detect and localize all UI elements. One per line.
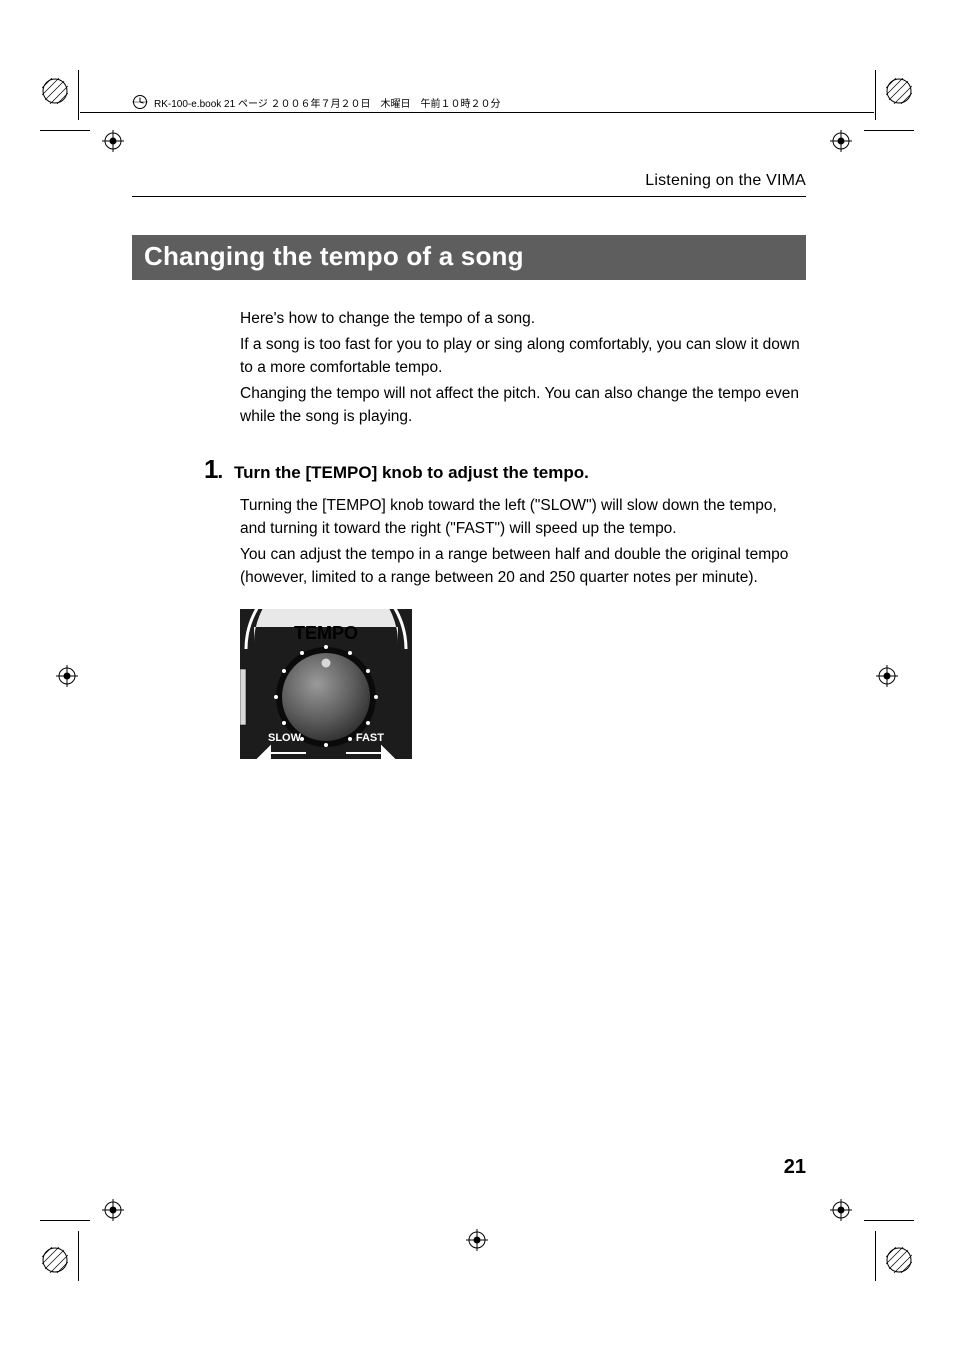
header-rule — [80, 112, 874, 113]
crop-mark — [40, 1220, 90, 1221]
registration-corner-icon — [42, 1247, 68, 1273]
crop-mark — [864, 130, 914, 131]
crop-mark — [78, 1231, 79, 1281]
crop-mark — [875, 1231, 876, 1281]
intro-p3: Changing the tempo will not affect the p… — [240, 383, 806, 428]
fast-label: FAST — [356, 732, 384, 744]
registration-mark-icon — [830, 1199, 852, 1221]
running-rule — [132, 196, 806, 197]
book-header: RK-100-e.book 21 ページ ２００６年７月２０日 木曜日 午前１０… — [132, 94, 501, 110]
step-1-heading: 1. Turn the [TEMPO] knob to adjust the t… — [204, 454, 806, 485]
crop-mark — [78, 70, 79, 120]
page: RK-100-e.book 21 ページ ２００６年７月２０日 木曜日 午前１０… — [0, 0, 954, 1351]
step-1-p1: Turning the [TEMPO] knob toward the left… — [240, 495, 806, 540]
registration-mark-icon — [102, 1199, 124, 1221]
intro-block: Here's how to change the tempo of a song… — [240, 308, 806, 428]
registration-mark-icon — [56, 665, 78, 687]
registration-corner-icon — [42, 78, 68, 104]
crop-mark — [864, 1220, 914, 1221]
step-1-p2: You can adjust the tempo in a range betw… — [240, 544, 806, 589]
registration-mark-icon — [466, 1229, 488, 1251]
crop-mark — [875, 70, 876, 120]
step-title: Turn the [TEMPO] knob to adjust the temp… — [234, 463, 589, 483]
tempo-knob-figure: TEMPO — [240, 609, 412, 759]
slow-label: SLOW — [268, 732, 302, 744]
page-number: 21 — [784, 1156, 806, 1179]
section-title: Changing the tempo of a song — [132, 235, 806, 280]
book-header-text: RK-100-e.book 21 ページ ２００６年７月２０日 木曜日 午前１０… — [154, 95, 501, 110]
registration-mark-icon — [876, 665, 898, 687]
intro-p2: If a song is too fast for you to play or… — [240, 334, 806, 379]
step-1-body: Turning the [TEMPO] knob toward the left… — [240, 495, 806, 589]
crop-mark — [40, 130, 90, 131]
registration-mark-icon — [830, 130, 852, 152]
registration-corner-icon — [886, 78, 912, 104]
step-number: 1. — [204, 454, 222, 485]
clock-icon — [132, 94, 148, 110]
running-head: Listening on the VIMA — [132, 172, 806, 190]
intro-p1: Here's how to change the tempo of a song… — [240, 308, 806, 330]
content-area: Listening on the VIMA Changing the tempo… — [132, 172, 806, 759]
registration-mark-icon — [102, 130, 124, 152]
registration-corner-icon — [886, 1247, 912, 1273]
tempo-label: TEMPO — [294, 623, 358, 643]
